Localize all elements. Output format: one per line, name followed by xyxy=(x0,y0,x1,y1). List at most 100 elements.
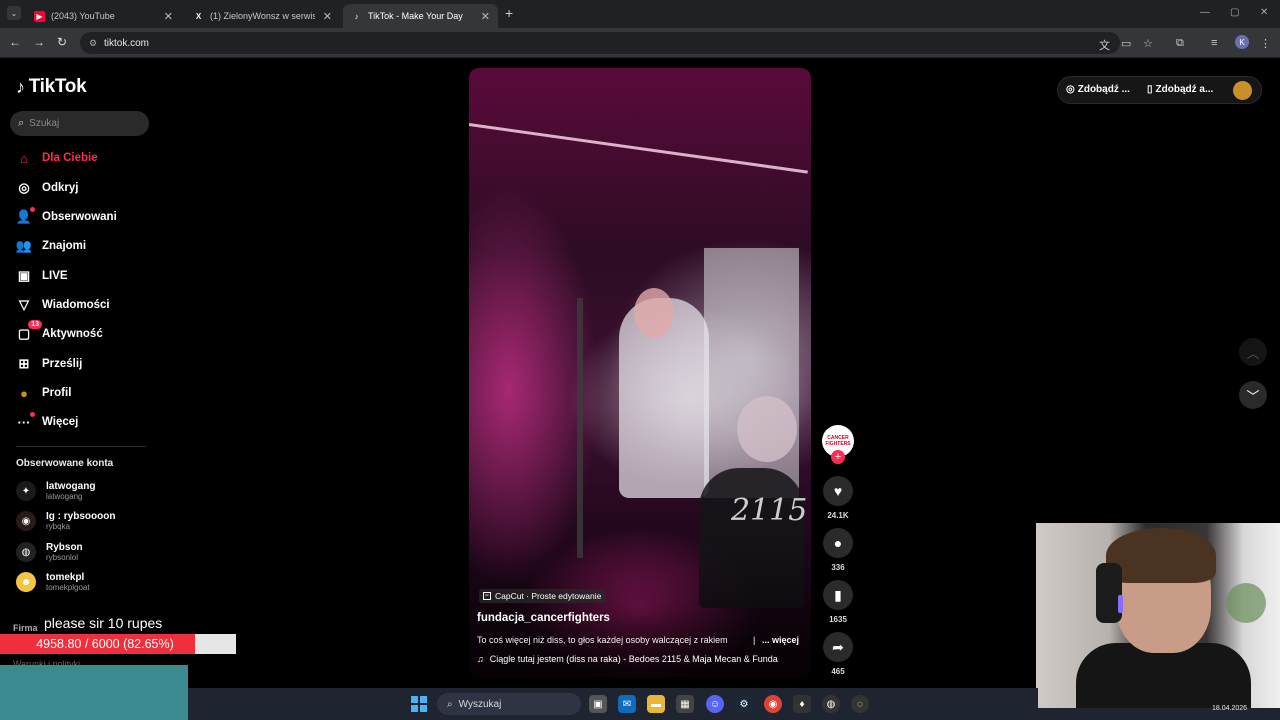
tab-tiktok[interactable]: ♪ TikTok - Make Your Day ✕ xyxy=(343,4,498,28)
sidebar-item-home[interactable]: ⌂ Dla Ciebie xyxy=(15,147,98,169)
comment-icon: ● xyxy=(833,535,843,551)
close-window-icon[interactable]: ✕ xyxy=(1260,7,1268,18)
forward-icon[interactable]: → xyxy=(33,35,45,49)
followed-account[interactable]: ☻ tomekpl tomekplgoat xyxy=(16,569,90,595)
notification-dot xyxy=(30,412,35,417)
like-button[interactable]: ♥ xyxy=(823,476,853,506)
save-count: 1635 xyxy=(829,615,847,624)
sidebar-item-friends[interactable]: 👥 Znajomi xyxy=(15,235,86,257)
more-button[interactable]: ... więcej xyxy=(762,635,799,645)
sidebar-item-label: Więcej xyxy=(42,416,79,428)
next-video-button[interactable]: ﹀ xyxy=(1239,381,1267,409)
address-bar[interactable]: ⚙ tiktok.com xyxy=(80,32,1120,54)
tab-search-button[interactable]: ⌄ xyxy=(7,6,21,20)
browser-tab-bar: ⌄ ▶ (2043) YouTube ✕ X (1) ZielonyWonsz … xyxy=(0,0,1280,28)
account-name: Ig : rybsoooon xyxy=(46,511,116,522)
cast-icon[interactable]: ▭ xyxy=(1121,37,1131,50)
sidebar-item-label: Wiadomości xyxy=(42,299,110,311)
close-icon[interactable]: ✕ xyxy=(481,10,490,23)
sidebar-item-profile[interactable]: ● Profil xyxy=(15,382,71,404)
follow-plus-icon[interactable]: + xyxy=(831,450,845,464)
tiktok-logo[interactable]: ♪ TikTok xyxy=(16,76,87,98)
sidebar-item-live[interactable]: ▣ LIVE xyxy=(15,265,68,287)
obs-studio-icon[interactable]: ◌ xyxy=(851,695,869,713)
followed-account[interactable]: ◉ Ig : rybsoooon rybqka xyxy=(16,508,115,534)
sidebar-divider xyxy=(16,446,146,447)
browser-profile-avatar[interactable]: K xyxy=(1235,35,1249,49)
video-author[interactable]: fundacja_cancerfighters xyxy=(477,612,610,624)
capcut-label: CapCut · Proste edytowanie xyxy=(495,591,602,601)
share-button[interactable]: ➦ xyxy=(823,632,853,662)
sidebar-item-activity[interactable]: ▢ 13 Aktywność xyxy=(15,320,103,345)
save-button[interactable]: ▮ xyxy=(823,580,853,610)
sidebar-item-following[interactable]: 👤 Obserwowani xyxy=(15,206,117,228)
comment-button[interactable]: ● xyxy=(823,528,853,558)
coin-icon: ◎ xyxy=(1066,84,1075,95)
x-icon: X xyxy=(195,11,202,21)
sidebar-item-label: Odkryj xyxy=(42,182,79,194)
video-scene-light xyxy=(469,123,808,174)
sidebar-item-compass[interactable]: ◎ Odkryj xyxy=(15,177,78,199)
new-tab-button[interactable]: + xyxy=(505,5,513,21)
video-scene-wall xyxy=(704,248,799,498)
tiktok-icon: ♪ xyxy=(16,76,25,97)
previous-video-button[interactable]: ︿ xyxy=(1239,338,1267,366)
chevron-down-icon: ﹀ xyxy=(1246,388,1260,404)
minimize-icon[interactable]: — xyxy=(1200,7,1210,18)
get-app-button[interactable]: ▯ Zdobądź a... xyxy=(1147,84,1213,95)
account-handle: tomekplgoat xyxy=(46,583,90,592)
user-avatar[interactable] xyxy=(1233,81,1252,100)
live-icon: ▣ xyxy=(17,268,31,283)
reading-list-icon[interactable]: ≡ xyxy=(1211,37,1217,49)
reload-icon[interactable]: ↻ xyxy=(57,35,67,49)
menu-icon[interactable]: ⋮ xyxy=(1260,37,1271,50)
followed-accounts-title: Obserwowane konta xyxy=(16,458,114,469)
task-view-icon[interactable]: ▣ xyxy=(589,695,607,713)
followed-account[interactable]: ✦ latwogang latwogang xyxy=(16,478,95,504)
back-icon[interactable]: ← xyxy=(9,35,21,49)
maximize-icon[interactable]: ▢ xyxy=(1230,7,1239,18)
sidebar-item-label: Obserwowani xyxy=(42,211,117,223)
tab-x[interactable]: X (1) ZielonyWonsz w serwisie X ✕ xyxy=(185,4,340,28)
close-icon[interactable]: ✕ xyxy=(164,10,173,23)
share-count: 465 xyxy=(831,667,845,676)
account-handle: rybqka xyxy=(46,522,71,531)
account-name: latwogang xyxy=(46,481,96,492)
upload-icon: ⊞ xyxy=(18,356,30,371)
close-icon[interactable]: ✕ xyxy=(323,10,332,23)
video-player[interactable]: 2115 xyxy=(469,68,811,678)
sidebar-item-more[interactable]: ··· Więcej xyxy=(15,411,78,433)
sidebar-item-upload[interactable]: ⊞ Prześlij xyxy=(15,353,83,375)
taskbar-search-input[interactable]: ⌕ Wyszukaj xyxy=(437,693,581,715)
translate-icon[interactable]: 文 xyxy=(1099,37,1110,53)
following-icon: 👤 xyxy=(15,207,35,226)
outlook-icon[interactable]: ✉ xyxy=(618,695,636,713)
followed-account[interactable]: ◍ Rybson rybsonlol xyxy=(16,539,83,565)
file-explorer-icon[interactable]: ▬ xyxy=(647,695,665,713)
sidebar-item-label: Profil xyxy=(42,387,72,399)
steam-icon[interactable]: ⚙ xyxy=(735,695,753,713)
discord-icon[interactable]: ☺ xyxy=(706,695,724,713)
chrome-icon[interactable]: ◉ xyxy=(764,695,782,713)
tab-youtube[interactable]: ▶ (2043) YouTube ✕ xyxy=(26,4,181,28)
store-icon[interactable]: ▦ xyxy=(676,695,694,713)
site-info-icon[interactable]: ⚙ xyxy=(89,38,97,49)
windows-start-icon[interactable] xyxy=(411,696,427,712)
footer-company-link[interactable]: Firma xyxy=(13,623,38,633)
get-app-label: Zdobądź a... xyxy=(1155,84,1214,95)
bookmark-star-icon[interactable]: ☆ xyxy=(1143,37,1153,50)
get-coins-label: Zdobądź ... xyxy=(1077,84,1130,95)
get-coins-button[interactable]: ◎ Zdobądź ... xyxy=(1066,84,1130,95)
search-input[interactable]: ⌕ Szukaj xyxy=(10,111,149,136)
sidebar-item-messages[interactable]: ▽ Wiadomości xyxy=(15,294,110,316)
capcut-tag[interactable]: ✂ CapCut · Proste edytowanie xyxy=(479,589,607,603)
app-icon[interactable]: ♦ xyxy=(793,695,811,713)
home-icon: ⌂ xyxy=(20,150,28,166)
video-music[interactable]: ♫ Ciągle tutaj jestem (diss na raka) - B… xyxy=(477,654,802,664)
music-title: Ciągle tutaj jestem (diss na raka) - Bed… xyxy=(489,654,778,664)
description-separator: | xyxy=(753,635,756,645)
extensions-icon[interactable]: ⧉ xyxy=(1176,37,1184,50)
account-handle: rybsonlol xyxy=(46,553,79,562)
obs-icon[interactable]: ◍ xyxy=(822,695,840,713)
logo-text: TikTok xyxy=(28,76,87,97)
